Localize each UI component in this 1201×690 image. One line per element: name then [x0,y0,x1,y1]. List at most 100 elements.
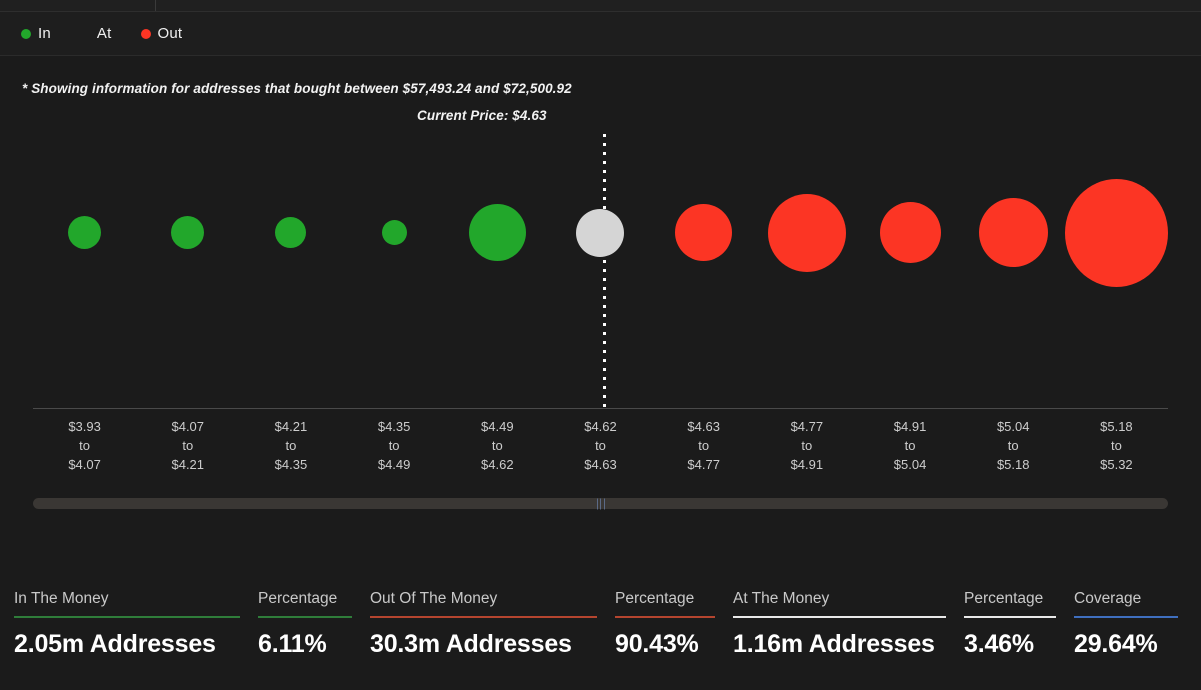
chart-horizontal-scrollbar[interactable] [33,498,1168,509]
stat-underline [370,616,597,618]
bubble-out-7[interactable] [767,193,846,272]
legend-label: Out [157,25,183,42]
bubble-in-1[interactable] [171,216,205,249]
bubble-cell [962,57,1065,408]
stat-label: Out Of The Money [370,590,498,607]
x-tick-low: $4.35 [377,419,411,434]
bubble-out-10[interactable] [1064,178,1168,287]
stat-value: 3.46% [964,630,1034,658]
bubble-series [33,57,1168,408]
bubble-chart: * Showing information for addresses that… [0,57,1201,517]
top-strip-divider [155,0,156,11]
x-tick-separator: to [79,438,90,453]
bubble-cell [1064,57,1168,408]
x-tick-label: $4.21 to $4.35 [239,417,342,474]
x-tick-label: $4.77 to $4.91 [755,417,858,474]
x-tick-low: $5.04 [996,419,1030,434]
x-tick-high: $4.63 [584,457,617,472]
x-tick-low: $4.77 [790,419,824,434]
x-tick-separator: to [1110,438,1122,453]
bubble-out-6[interactable] [675,204,733,261]
stat-value: 1.16m Addresses [733,630,935,658]
stat-value: 90.43% [615,630,699,658]
x-axis-baseline [33,408,1168,409]
bubble-out-8[interactable] [879,202,941,263]
bubble-at-5[interactable] [576,208,625,257]
x-axis-tick-labels: $3.93 to $4.07 $4.07 to $4.21 $4.21 to $4.35 $4.3… [33,417,1168,497]
x-tick-separator: to [491,438,503,453]
bubble-in-2[interactable] [275,217,307,248]
x-tick-label: $4.63 to $4.77 [652,417,755,474]
stat-underline [615,616,715,618]
x-tick-high: $5.18 [996,457,1030,472]
x-tick-high: $4.35 [274,457,308,472]
x-tick-separator: to [801,438,813,453]
bubble-cell [549,57,652,408]
window-top-strip [0,0,1201,12]
bubble-cell [136,57,239,408]
x-tick-separator: to [904,438,916,453]
x-tick-label: $4.62 to $4.63 [549,417,652,474]
x-tick-high: $4.62 [481,457,514,472]
chart-legend: In At Out [0,12,1201,56]
x-tick-low: $4.62 [584,419,617,434]
legend-label: At [96,25,112,42]
bubble-in-3[interactable] [381,220,407,245]
stat-block: Percentage 90.43% [615,590,715,659]
bubble-cell [755,57,858,408]
stat-block: In The Money 2.05m Addresses [14,590,240,659]
x-tick-high: $4.77 [687,457,720,472]
x-tick-low: $4.07 [171,419,205,434]
x-tick-separator: to [1007,438,1019,453]
stat-label: In The Money [14,590,109,607]
stat-underline [258,616,352,618]
stat-underline [733,616,946,618]
x-tick-low: $4.21 [274,419,308,434]
x-tick-label: $4.07 to $4.21 [136,417,239,474]
x-tick-label: $4.91 to $5.04 [858,417,961,474]
x-tick-high: $4.91 [790,457,824,472]
summary-stats-bar: In The Money 2.05m Addresses Percentage 6.1… [0,590,1201,690]
x-tick-high: $5.04 [893,457,927,472]
legend-item-in[interactable]: In [21,25,51,42]
stat-label: Percentage [258,590,338,607]
bubble-cell [652,57,755,408]
x-tick-label: $4.49 to $4.62 [446,417,549,474]
x-tick-separator: to [595,438,606,453]
x-tick-separator: to [698,438,710,453]
legend-item-out[interactable]: Out [140,25,183,42]
stat-underline [1074,616,1178,618]
x-tick-separator: to [285,438,297,453]
x-tick-separator: to [388,438,400,453]
x-tick-high: $5.32 [1100,457,1133,472]
x-tick-label: $5.04 to $5.18 [962,417,1065,474]
bubble-out-9[interactable] [978,198,1048,267]
bubble-cell [239,57,342,408]
x-tick-label: $3.93 to $4.07 [33,417,136,474]
bubble-in-0[interactable] [68,216,102,249]
stat-label: Percentage [964,590,1044,607]
stat-block: At The Money 1.16m Addresses [733,590,946,659]
stat-label: At The Money [733,590,830,607]
legend-item-at[interactable]: At [80,25,112,42]
x-tick-high: $4.21 [171,457,205,472]
stat-block: Out Of The Money 30.3m Addresses [370,590,597,659]
x-tick-low: $5.18 [1100,419,1133,434]
x-tick-high: $4.07 [68,457,101,472]
scrollbar-grip-icon[interactable] [596,498,605,509]
stat-underline [14,616,240,618]
x-tick-low: $4.63 [687,419,720,434]
bubble-cell [33,57,136,408]
stat-value: 2.05m Addresses [14,630,216,658]
x-tick-low: $4.91 [893,419,927,434]
bubble-cell [858,57,961,408]
legend-label: In [38,25,51,42]
stat-value: 6.11% [258,630,327,658]
stat-underline [964,616,1056,618]
x-tick-low: $4.49 [481,419,514,434]
stat-label: Coverage [1074,590,1142,607]
legend-dot-icon-out [140,28,151,39]
x-tick-label: $4.35 to $4.49 [343,417,446,474]
stat-block: Percentage 6.11% [258,590,352,659]
bubble-in-4[interactable] [468,204,526,261]
